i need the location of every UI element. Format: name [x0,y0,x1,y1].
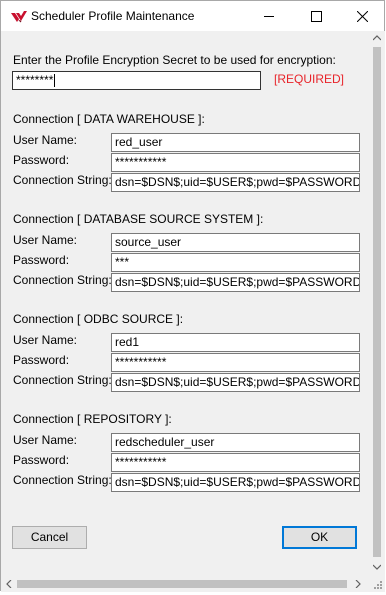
maximize-icon [311,11,322,22]
ok-button[interactable]: OK [282,526,357,549]
user-name-field[interactable]: red_user [111,133,360,152]
password-label: Password: [13,453,70,467]
encryption-prompt-label: Enter the Profile Encryption Secret to b… [13,53,336,67]
connection-string-label: Connection String: [13,373,112,387]
password-field[interactable]: *********** [111,153,360,172]
connection-heading: Connection [ DATABASE SOURCE SYSTEM ]: [13,212,264,226]
password-label: Password: [13,153,70,167]
required-indicator: [REQUIRED] [274,72,345,86]
password-label: Password: [13,253,70,267]
dialog-content: Enter the Profile Encryption Secret to b… [1,31,369,576]
horizontal-scrollbar[interactable] [1,576,369,592]
maximize-button[interactable] [293,1,339,31]
password-label: Password: [13,353,70,367]
encryption-secret-value: ******** [16,73,54,87]
password-field[interactable]: *** [111,253,360,272]
connection-heading: Connection [ ODBC SOURCE ]: [13,312,184,326]
resize-grip-icon[interactable] [369,576,385,592]
scheduler-profile-window: Scheduler Profile Maintenance Enter the … [0,0,385,592]
minimize-icon [264,16,274,17]
title-bar[interactable]: Scheduler Profile Maintenance [1,1,384,31]
user-name-label: User Name: [13,133,78,147]
user-name-label: User Name: [13,433,78,447]
connection-string-label: Connection String: [13,473,112,487]
scroll-up-icon[interactable] [373,35,381,41]
scroll-right-icon[interactable] [355,580,361,588]
password-field[interactable]: *********** [111,353,360,372]
connection-string-field[interactable]: dsn=$DSN$;uid=$USER$;pwd=$PASSWORD$; [111,173,360,192]
user-name-field[interactable]: source_user [111,233,360,252]
user-name-label: User Name: [13,233,78,247]
user-name-field[interactable]: redscheduler_user [111,433,360,452]
connection-string-label: Connection String: [13,273,112,287]
connection-string-field[interactable]: dsn=$DSN$;uid=$USER$;pwd=$PASSWORD$; [111,273,360,292]
minimize-button[interactable] [246,1,292,31]
user-name-field[interactable]: red1 [111,333,360,352]
connection-string-field[interactable]: dsn=$DSN$;uid=$USER$;pwd=$PASSWORD$; [111,373,360,392]
scroll-left-icon[interactable] [6,580,12,588]
user-name-label: User Name: [13,333,78,347]
connection-string-field[interactable]: dsn=$DSN$;uid=$USER$;pwd=$PASSWORD$; [111,473,360,492]
connection-string-label: Connection String: [13,173,112,187]
password-field[interactable]: *********** [111,453,360,472]
connection-heading: Connection [ DATA WAREHOUSE ]: [13,112,205,126]
connection-heading: Connection [ REPOSITORY ]: [13,412,172,426]
close-icon [357,11,368,22]
close-button[interactable] [339,1,385,31]
vertical-scrollbar[interactable] [369,31,385,576]
window-title: Scheduler Profile Maintenance [31,9,195,23]
vertical-scroll-thumb[interactable] [373,47,381,557]
app-logo-icon [10,10,28,24]
horizontal-scroll-thumb[interactable] [17,580,347,588]
scroll-down-icon[interactable] [373,564,381,570]
cancel-button[interactable]: Cancel [12,526,87,549]
encryption-secret-input[interactable]: ******** [12,71,261,90]
